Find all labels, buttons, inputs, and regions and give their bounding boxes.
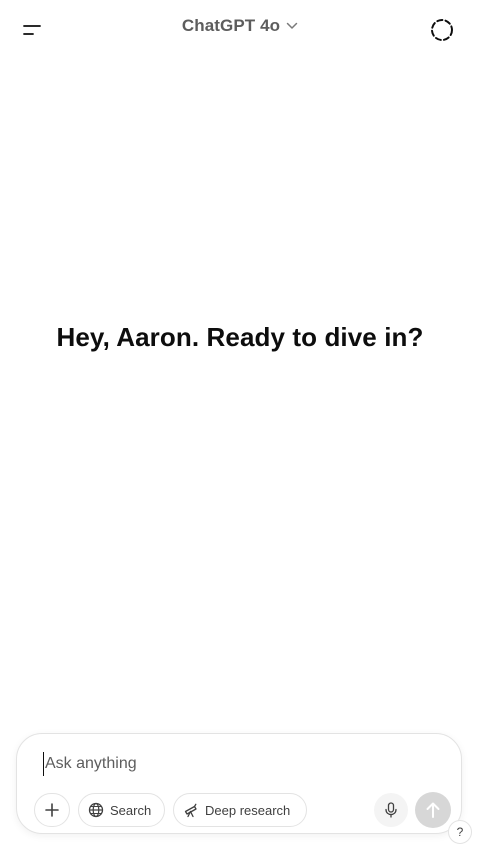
telescope-icon xyxy=(184,803,197,818)
deep-research-label: Deep research xyxy=(205,802,291,818)
search-button[interactable]: Search xyxy=(78,793,165,827)
model-selector[interactable]: ChatGPT 4o xyxy=(170,16,310,36)
deep-research-button[interactable]: Deep research xyxy=(173,793,307,827)
model-name: ChatGPT 4o xyxy=(181,16,281,35)
chevron-down-icon xyxy=(286,22,298,29)
dashed-circle-icon xyxy=(431,19,453,41)
microphone-icon xyxy=(385,802,397,818)
arrow-up-icon xyxy=(426,802,440,818)
globe-icon xyxy=(88,802,104,818)
top-bar: ChatGPT 4o xyxy=(0,0,480,60)
chat-home-page: ChatGPT 4o Hey, Aaron. Ready to dive in? xyxy=(0,0,480,853)
attach-button[interactable] xyxy=(34,793,70,827)
plus-icon xyxy=(45,803,59,817)
dictate-button[interactable] xyxy=(374,793,408,827)
message-composer: Search Deep research xyxy=(16,733,462,834)
sidebar-toggle-icon xyxy=(23,25,41,35)
send-button[interactable] xyxy=(415,792,451,828)
prompt-input[interactable] xyxy=(43,752,435,776)
temporary-chat-button[interactable] xyxy=(428,16,456,44)
sidebar-toggle-button[interactable] xyxy=(16,14,48,46)
help-button[interactable]: ? xyxy=(448,820,472,844)
greeting-heading: Hey, Aaron. Ready to dive in? xyxy=(56,322,424,352)
search-label: Search xyxy=(110,802,152,818)
